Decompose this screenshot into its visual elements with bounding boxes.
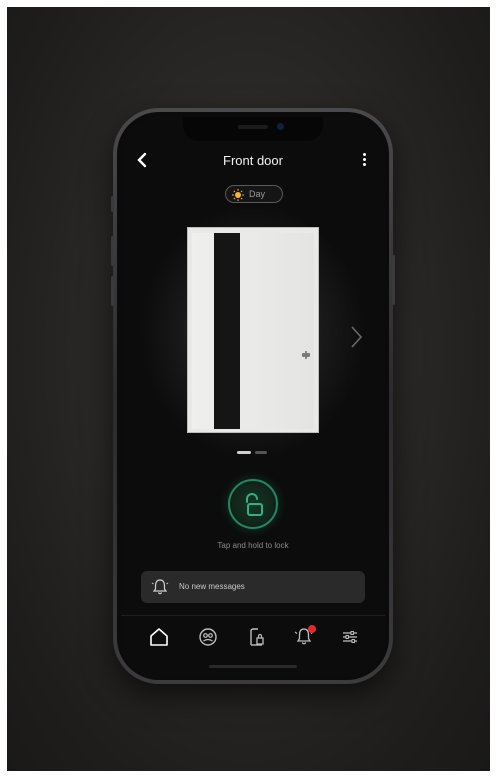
chevron-right-icon [351,326,363,348]
top-bar: Front door [121,145,385,175]
next-door-button[interactable] [347,323,365,351]
door-image [187,227,319,433]
bottom-nav [121,615,385,662]
page-dot [255,451,267,454]
volume-down-button [111,276,114,306]
lock-button[interactable] [228,479,278,529]
door-access-icon [250,628,264,646]
home-icon [150,628,168,646]
earpiece [238,125,268,129]
day-mode-toggle[interactable]: Day [225,185,283,203]
volume-up-button [111,236,114,266]
nav-access[interactable] [245,626,267,648]
page-dot-active [237,451,251,454]
bell-icon [151,579,169,595]
nav-profiles[interactable] [197,626,219,648]
lock-hint: Tap and hold to lock [217,541,289,550]
door-handle [302,353,310,357]
nav-settings[interactable] [339,626,361,648]
unlocked-padlock-icon [246,493,263,516]
door-panel [192,233,314,429]
door-glass-stripe [214,233,240,429]
more-options-button[interactable] [363,153,367,167]
page-title: Front door [223,153,283,168]
sliders-icon [343,631,357,643]
profile-icon [199,628,217,646]
mute-switch [111,196,114,212]
nav-notifications[interactable] [293,625,316,648]
power-button [392,255,395,305]
mode-label: Day [249,189,266,199]
notch [183,117,323,141]
home-indicator[interactable] [209,665,297,668]
app-screen: Front door Day Tap and hold to lock No n… [121,117,385,677]
notification-badge [308,625,316,633]
messages-text: No new messages [179,582,245,591]
messages-bar[interactable]: No new messages [141,571,365,603]
nav-home[interactable] [148,626,170,648]
vertical-dots-icon [363,153,366,156]
sun-icon [232,188,244,201]
carousel-indicator [237,451,267,454]
front-camera [277,123,284,130]
